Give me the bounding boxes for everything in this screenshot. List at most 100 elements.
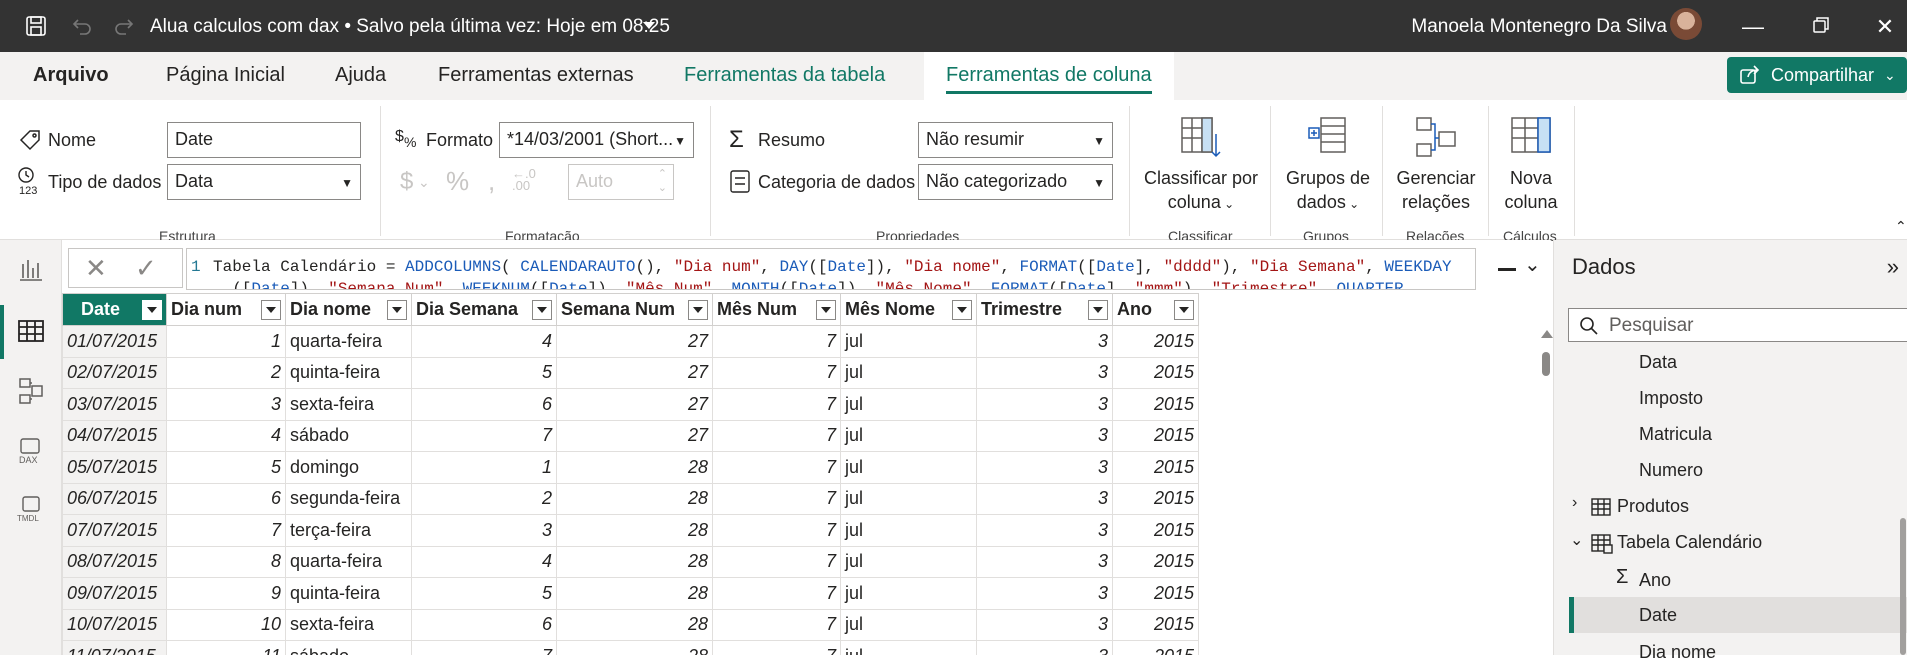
table-cell[interactable]: 28 [556,482,713,515]
field-numero[interactable]: Numero [1639,460,1703,481]
table-cell[interactable]: jul [840,545,977,578]
table-cell[interactable]: 6 [411,608,557,641]
format-select[interactable]: *14/03/2001 (Short... ▼ [499,122,694,158]
table-cell[interactable]: 7 [712,608,841,641]
table-cell[interactable]: 3 [976,451,1113,484]
percent-icon[interactable]: % [446,166,469,197]
table-cell[interactable]: jul [840,640,977,655]
table-cell[interactable]: 7 [712,388,841,421]
table-cell[interactable]: 5 [411,577,557,610]
table-row[interactable]: 11/07/201511sábado7287jul32015 [62,640,1199,655]
collapse-pane-icon[interactable]: » [1887,254,1899,280]
table-cell[interactable]: 3 [976,388,1113,421]
filter-dropdown-icon[interactable] [387,300,407,320]
comma-icon[interactable]: , [488,166,495,197]
table-cell[interactable]: 2015 [1112,577,1199,610]
table-cell[interactable]: 3 [411,514,557,547]
table-cell[interactable]: 2015 [1112,356,1199,389]
table-cell[interactable]: jul [840,514,977,547]
column-header[interactable]: Date [62,293,167,326]
table-cell[interactable]: 11/07/2015 [62,640,167,655]
table-cell[interactable]: jul [840,451,977,484]
column-header[interactable]: Trimestre [976,293,1113,326]
table-cell[interactable]: 4 [411,545,557,578]
formula-editor[interactable]: 1 Tabela Calendário = ADDCOLUMNS( CALEND… [186,248,1476,290]
table-cell[interactable]: 07/07/2015 [62,514,167,547]
table-tabela-calendario[interactable]: Tabela Calendário [1617,532,1762,553]
table-cell[interactable]: 7 [712,640,841,655]
column-header[interactable]: Dia Semana [411,293,557,326]
table-cell[interactable]: 3 [976,577,1113,610]
tab-ajuda[interactable]: Ajuda [335,64,386,87]
collapse-ribbon-icon[interactable]: ⌃ [1895,218,1907,235]
tab-arquivo[interactable]: Arquivo [33,64,109,87]
table-cell[interactable]: 3 [976,482,1113,515]
table-cell[interactable]: 2015 [1112,608,1199,641]
minimize-icon[interactable]: — [1740,14,1766,40]
table-cell[interactable]: 2 [166,356,286,389]
table-cell[interactable]: 28 [556,451,713,484]
filter-dropdown-icon[interactable] [142,300,162,320]
filter-dropdown-icon[interactable] [816,300,836,320]
name-input[interactable]: Date [167,122,361,158]
expand-formula-bar[interactable]: ⌄ [1498,254,1548,284]
filter-dropdown-icon[interactable] [261,300,281,320]
table-row[interactable]: 02/07/2015 2 quinta-feira 5 27 7 jul 3 2015 [62,356,1199,389]
document-title[interactable]: Alua calculos com dax • Salvo pela últim… [150,16,670,38]
table-cell[interactable]: 3 [976,514,1113,547]
search-input[interactable]: Pesquisar [1568,308,1907,342]
table-cell[interactable]: jul [840,356,977,389]
table-cell[interactable]: 08/07/2015 [62,545,167,578]
chevron-down-icon[interactable] [643,22,655,29]
chevron-down-icon[interactable]: ⌄ [1884,67,1896,84]
table-row[interactable]: 03/07/2015 3 sexta-feira 6 27 7 jul 3 2015 [62,388,1199,421]
field-data[interactable]: Data [1639,352,1677,373]
chevron-down-icon[interactable]: ⌄ [1570,530,1583,550]
table-cell[interactable]: 7 [411,419,557,452]
close-icon[interactable]: ✕ [1872,14,1898,40]
table-cell[interactable]: 05/07/2015 [62,451,167,484]
table-cell[interactable]: 11 [166,640,286,655]
restore-icon[interactable] [1808,14,1834,40]
table-cell[interactable]: 3 [976,325,1113,358]
currency-icon[interactable]: $ [400,168,413,196]
grid-scrollbar[interactable] [1539,330,1553,655]
table-cell[interactable]: 2015 [1112,325,1199,358]
field-ano[interactable]: Ano [1639,570,1671,591]
column-header[interactable]: Dia num [166,293,286,326]
column-header[interactable]: Mês Num [712,293,841,326]
table-cell[interactable]: jul [840,325,977,358]
tab-ferramentas-externas[interactable]: Ferramentas externas [438,64,634,87]
table-cell[interactable]: 2015 [1112,482,1199,515]
table-cell[interactable]: 7 [712,419,841,452]
table-cell[interactable]: 28 [556,577,713,610]
field-dia-nome[interactable]: Dia nome [1639,642,1716,663]
table-cell[interactable]: 10/07/2015 [62,608,167,641]
table-cell[interactable]: quinta-feira [285,356,412,389]
decimal-icon[interactable]: ←.0.00 [512,167,536,192]
field-matricula[interactable]: Matricula [1639,424,1712,445]
table-cell[interactable]: 7 [411,640,557,655]
table-cell[interactable]: quinta-feira [285,577,412,610]
chevron-right-icon[interactable]: › [1572,494,1577,512]
save-icon[interactable] [20,10,52,42]
table-cell[interactable]: 5 [166,451,286,484]
table-cell[interactable]: 3 [976,608,1113,641]
filter-dropdown-icon[interactable] [688,300,708,320]
table-row[interactable]: 06/07/2015 6 segunda-feira 2 28 7 jul 3 2015 [62,482,1199,515]
tab-ferramentas-da-tabela[interactable]: Ferramentas da tabela [662,52,907,100]
table-cell[interactable]: 01/07/2015 [62,325,167,358]
table-cell[interactable]: 7 [712,545,841,578]
table-cell[interactable]: 7 [166,514,286,547]
table-cell[interactable]: quarta-feira [285,545,412,578]
table-cell[interactable]: 28 [556,514,713,547]
table-cell[interactable]: quarta-feira [285,325,412,358]
filter-dropdown-icon[interactable] [1174,300,1194,320]
table-cell[interactable]: jul [840,577,977,610]
table-view-icon[interactable] [16,316,46,346]
tab-pagina-inicial[interactable]: Página Inicial [166,64,285,87]
column-header[interactable]: Dia nome [285,293,412,326]
user-name[interactable]: Manoela Montenegro Da Silva [1411,16,1667,38]
table-cell[interactable]: 03/07/2015 [62,388,167,421]
table-cell[interactable]: 7 [712,451,841,484]
